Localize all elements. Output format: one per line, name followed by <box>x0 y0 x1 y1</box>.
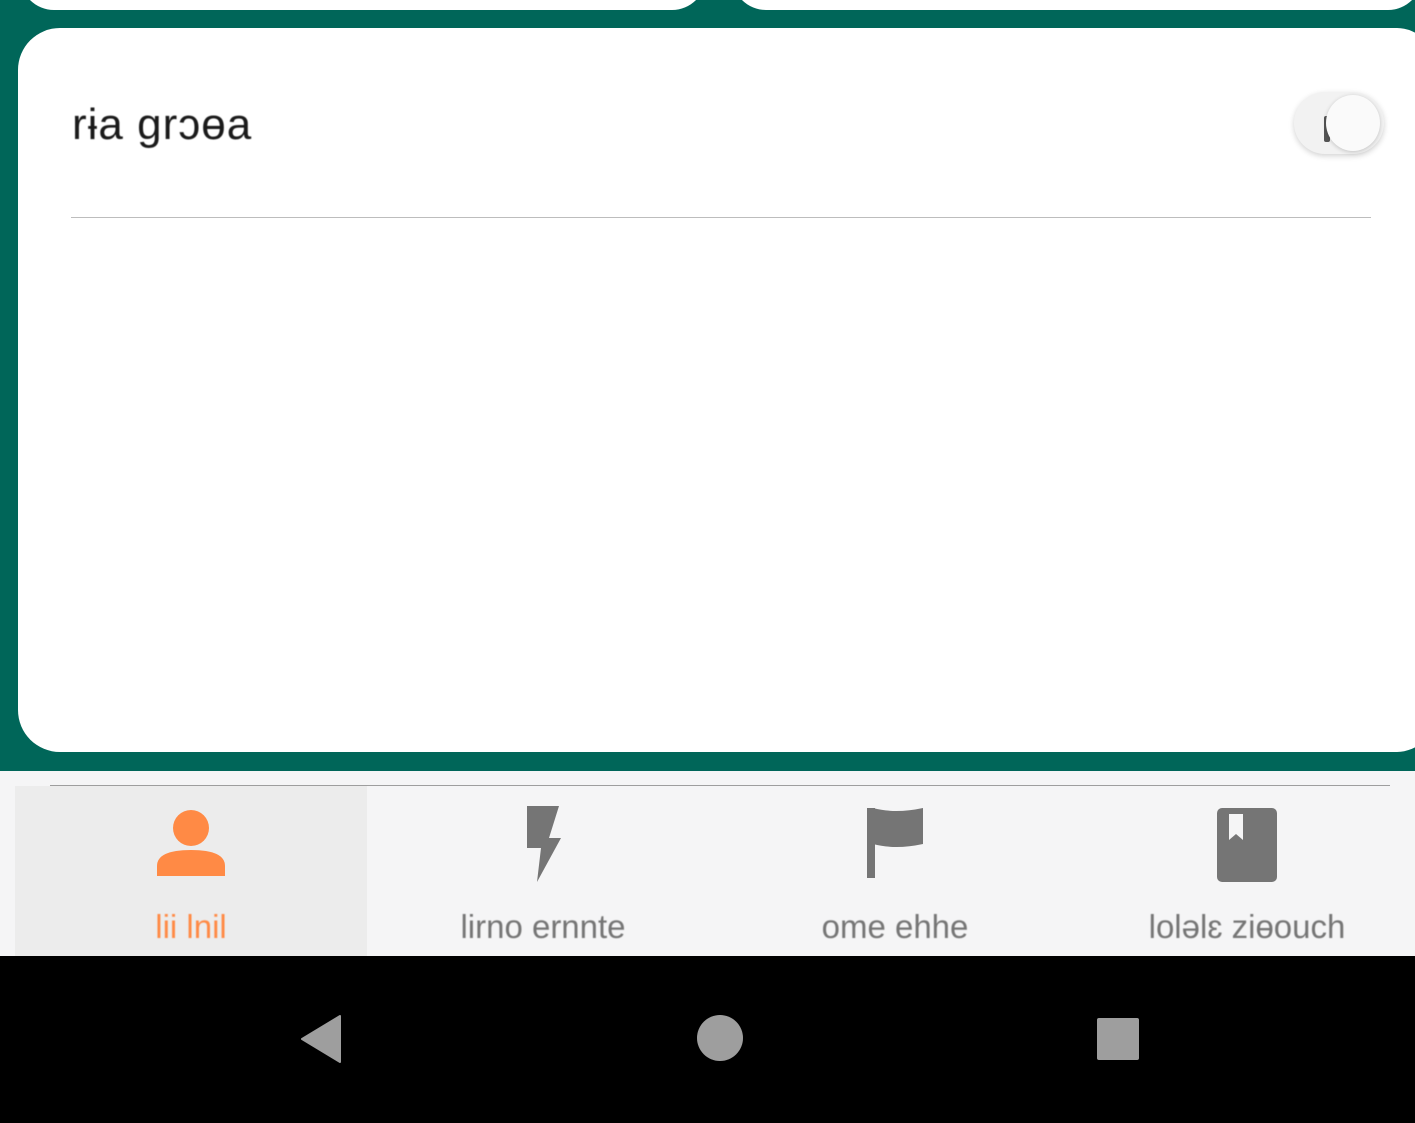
nav-item-label: lii lnil <box>155 908 227 945</box>
back-icon[interactable] <box>300 1014 342 1069</box>
nav-item-activity[interactable]: lirno ernnte <box>367 786 719 956</box>
previous-card-right[interactable] <box>732 0 1415 10</box>
card-toggle[interactable] <box>1294 92 1384 154</box>
flag-icon <box>865 806 925 883</box>
nav-item-label: ome ehhe <box>821 908 969 945</box>
system-navigation-bar <box>0 956 1415 1123</box>
nav-item-label: lirno ernnte <box>460 908 626 945</box>
recents-icon[interactable] <box>1096 1017 1140 1066</box>
nav-item-goals[interactable]: ome ehhe <box>719 786 1071 956</box>
home-icon[interactable] <box>696 1014 744 1067</box>
content-card: rɨa ɡrɔɵa <box>18 28 1415 752</box>
bottom-navigation: lii lnil lirno ernnte ome ehhe loləlɛ zi… <box>0 771 1415 956</box>
person-icon <box>155 806 227 883</box>
card-divider <box>71 217 1371 218</box>
previous-card-left[interactable] <box>20 0 706 10</box>
lightning-icon <box>523 806 563 887</box>
book-icon <box>1215 806 1279 889</box>
nav-item-journal[interactable]: loləlɛ ziɵouch <box>1071 786 1415 956</box>
toggle-knob <box>1326 95 1380 151</box>
card-title: rɨa ɡrɔɵa <box>72 100 253 149</box>
nav-item-label: loləlɛ ziɵouch <box>1148 908 1346 945</box>
nav-item-profile[interactable]: lii lnil <box>15 786 367 956</box>
